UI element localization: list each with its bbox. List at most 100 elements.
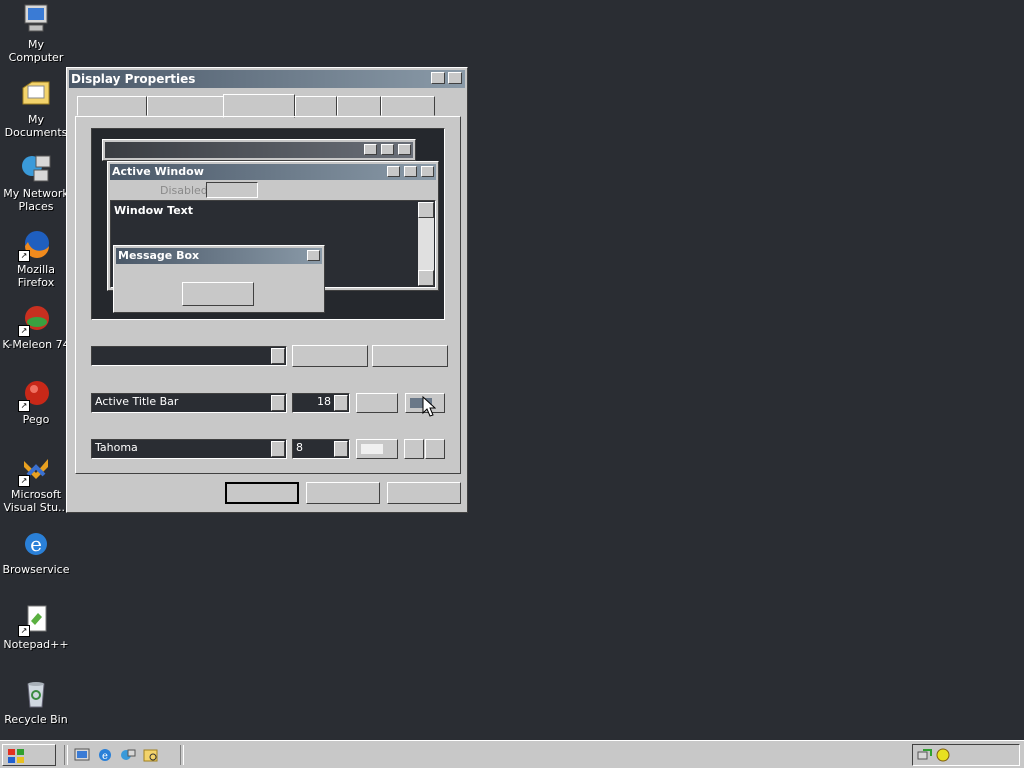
scheme-select[interactable]	[91, 346, 287, 366]
desktop-icon-recycle-bin[interactable]: Recycle Bin	[0, 678, 72, 726]
maximize-icon	[404, 166, 417, 177]
tab-4[interactable]	[295, 96, 337, 116]
dropdown-arrow-icon	[271, 395, 285, 411]
font-select-value: Tahoma	[95, 441, 138, 454]
tab-1[interactable]	[77, 96, 147, 116]
dropdown-arrow-icon	[271, 348, 285, 364]
ie-quicklaunch-icon[interactable]: e	[97, 747, 113, 763]
font-select[interactable]: Tahoma	[91, 439, 287, 459]
folder-icon	[20, 78, 52, 110]
appearance-panel: Active Window Disabled Window Text Messa…	[75, 116, 461, 474]
font-color-button[interactable]	[356, 439, 398, 459]
minimize-icon	[387, 166, 400, 177]
tab-5[interactable]	[337, 96, 381, 116]
preview-message-box: Message Box	[113, 245, 325, 313]
svg-text:e: e	[30, 532, 42, 556]
item-select[interactable]: Active Title Bar	[91, 393, 287, 413]
desktop-icon-label: Browservice	[2, 563, 70, 576]
scroll-up-icon	[418, 202, 434, 218]
preview-scrollbar	[418, 202, 434, 286]
apply-button[interactable]	[387, 482, 461, 504]
desktop-icon-label: K-Meleon 74	[2, 338, 70, 351]
message-box-ok-button	[182, 282, 254, 306]
recycle-bin-icon	[20, 678, 52, 710]
desktop-icon-firefox[interactable]: ↗ Mozilla Firefox	[0, 228, 72, 289]
windows-logo-icon	[8, 749, 24, 763]
spin-arrows-icon	[334, 395, 348, 411]
shortcut-arrow-icon: ↗	[18, 250, 30, 262]
computer-icon	[20, 3, 52, 35]
window-title: Display Properties	[71, 72, 196, 86]
inactive-titlebar	[105, 142, 413, 158]
delete-button[interactable]	[372, 345, 448, 367]
close-button[interactable]	[448, 72, 462, 84]
network-quicklaunch-icon[interactable]	[120, 747, 136, 763]
message-box-titlebar: Message Box	[116, 248, 322, 264]
desktop-icon-notepadpp[interactable]: ↗ Notepad++	[0, 603, 72, 651]
bold-button[interactable]	[404, 439, 424, 459]
desktop-icon-browservice[interactable]: e Browservice	[0, 528, 72, 576]
taskbar: e	[0, 740, 1024, 768]
display-properties-window: Display Properties Active Window Disable…	[66, 67, 468, 513]
selected-menu-item	[206, 182, 258, 198]
notepad-icon: ↗	[18, 603, 52, 637]
tab-6[interactable]	[381, 96, 435, 116]
save-as-button[interactable]	[292, 345, 368, 367]
disabled-menu-label: Disabled	[160, 184, 208, 197]
font-size-select[interactable]: 8	[292, 439, 350, 459]
desktop-icon-label: My Network Places	[3, 187, 69, 213]
tab-2[interactable]	[147, 96, 225, 116]
window-text: Window Text	[114, 204, 194, 217]
desktop-icon-label: Microsoft Visual Stu...	[3, 488, 69, 514]
show-desktop-icon[interactable]	[74, 747, 90, 763]
pego-icon: ↗	[18, 378, 52, 412]
close-icon	[398, 144, 411, 155]
ie-icon: e	[20, 528, 52, 560]
taskbar-separator	[180, 745, 184, 765]
appearance-preview[interactable]: Active Window Disabled Window Text Messa…	[91, 128, 445, 320]
close-icon	[421, 166, 434, 177]
close-icon	[307, 250, 320, 261]
maximize-icon	[381, 144, 394, 155]
cancel-button[interactable]	[306, 482, 380, 504]
start-button[interactable]	[2, 744, 56, 766]
item-select-value: Active Title Bar	[95, 395, 179, 408]
network-icon	[20, 152, 52, 184]
dropdown-arrow-icon	[334, 441, 348, 457]
window-titlebar[interactable]: Display Properties	[69, 70, 465, 88]
minimize-icon	[364, 144, 377, 155]
size-value: 18	[317, 395, 331, 408]
ok-button[interactable]	[225, 482, 299, 504]
visual-studio-icon: ↗	[18, 453, 52, 487]
italic-button[interactable]	[425, 439, 445, 459]
kmeleon-icon: ↗	[18, 303, 52, 337]
shortcut-arrow-icon: ↗	[18, 475, 30, 487]
active-titlebar: Active Window	[110, 164, 436, 180]
system-tray	[912, 744, 1020, 766]
desktop-icon-visual-studio[interactable]: ↗ Microsoft Visual Stu...	[0, 453, 72, 514]
taskbar-separator	[64, 745, 68, 765]
firefox-icon: ↗	[18, 228, 52, 262]
desktop-icon-my-computer[interactable]: My Computer	[0, 3, 72, 64]
shortcut-arrow-icon: ↗	[18, 325, 30, 337]
font-size-value: 8	[296, 441, 303, 454]
desktop-icon-label: Notepad++	[3, 638, 69, 651]
svg-text:e: e	[102, 751, 108, 762]
dropdown-arrow-icon	[271, 441, 285, 457]
scroll-down-icon	[418, 270, 434, 286]
desktop-icon-my-documents[interactable]: My Documents	[0, 78, 72, 139]
color1-button[interactable]	[356, 393, 398, 413]
active-window-title: Active Window	[112, 165, 204, 178]
desktop-icon-kmeleon[interactable]: ↗ K-Meleon 74	[0, 303, 72, 351]
desktop-icon-label: Recycle Bin	[4, 713, 68, 726]
desktop-icon-label: My Computer	[8, 38, 64, 64]
desktop-icon-pego[interactable]: ↗ Pego	[0, 378, 72, 426]
tray-app-icon[interactable]	[935, 747, 951, 763]
tray-network-icon[interactable]	[917, 747, 933, 763]
tab-appearance[interactable]	[223, 94, 295, 118]
desktop-icon-network-places[interactable]: My Network Places	[0, 152, 72, 213]
size-stepper[interactable]: 18	[292, 393, 350, 413]
help-button[interactable]	[431, 72, 445, 84]
explorer-quicklaunch-icon[interactable]	[143, 747, 159, 763]
shortcut-arrow-icon: ↗	[18, 400, 30, 412]
